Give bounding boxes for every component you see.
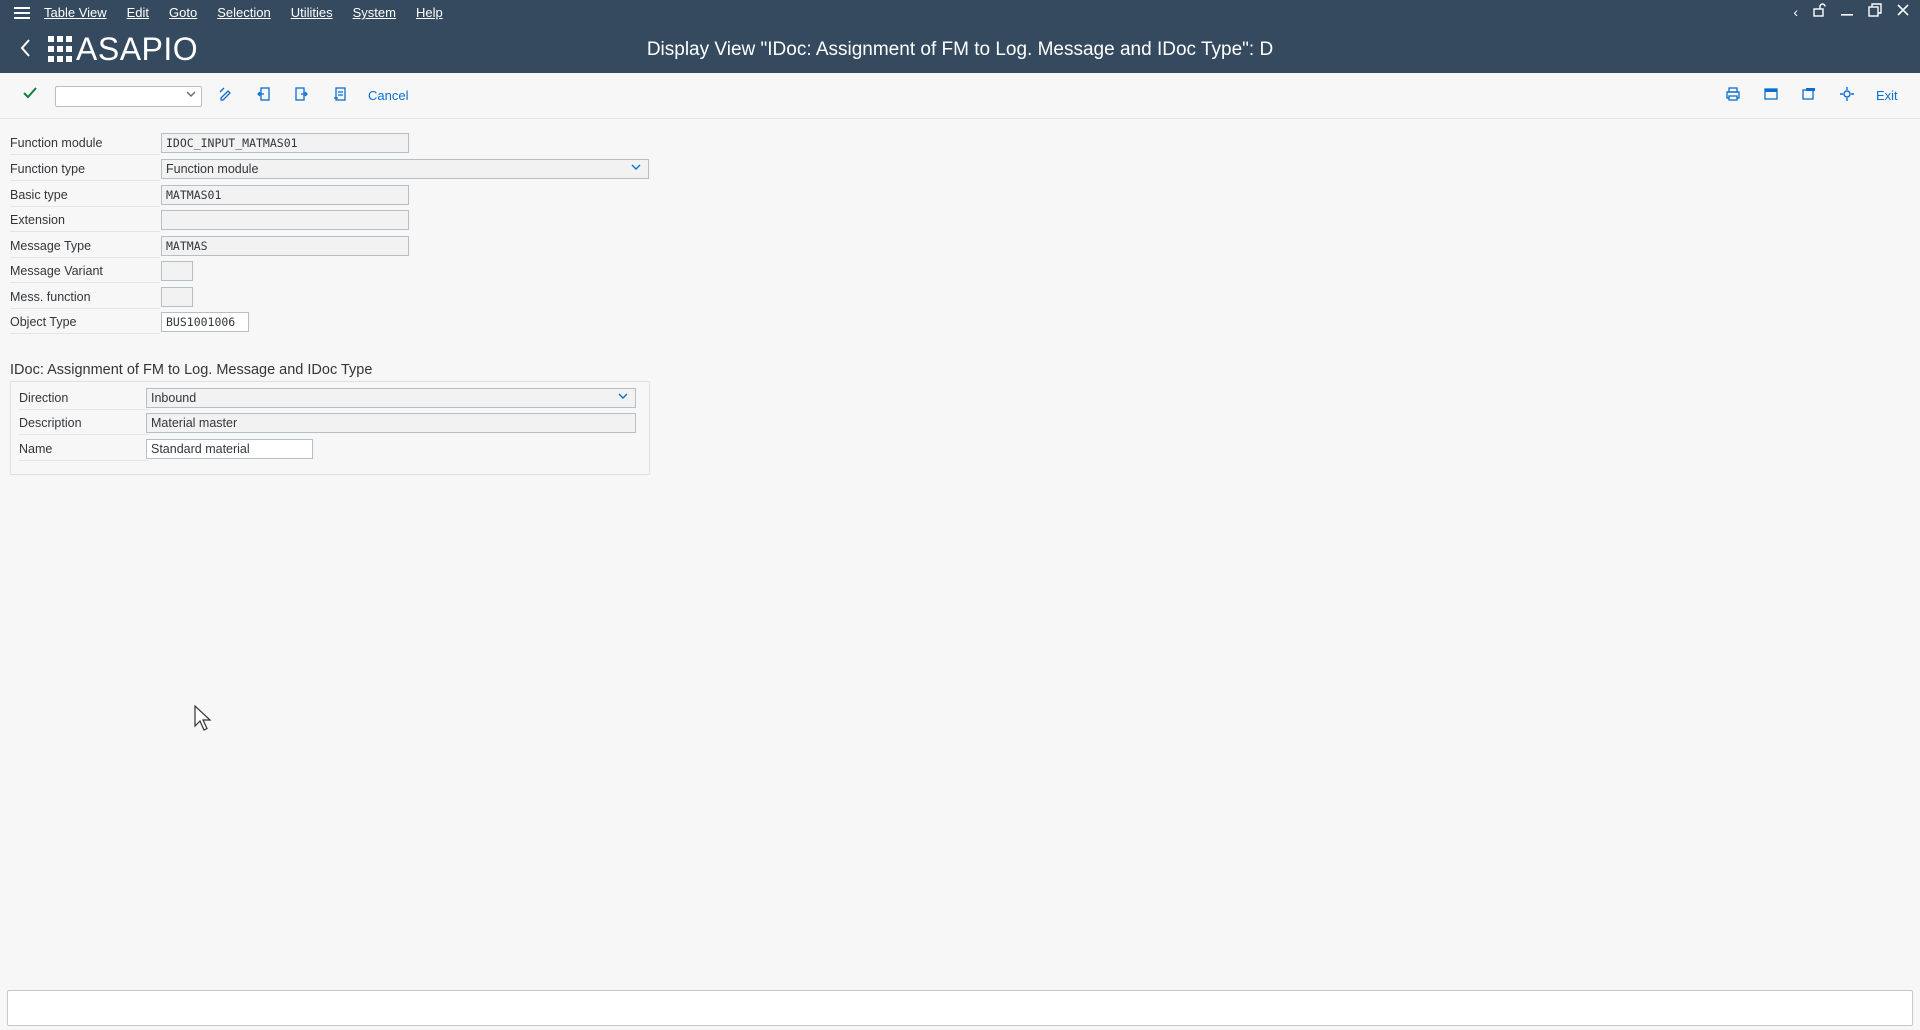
function-type-value: Function module (166, 162, 259, 176)
group-title: IDoc: Assignment of FM to Log. Message a… (10, 362, 373, 378)
menu-system[interactable]: System (353, 5, 396, 20)
name-label: Name (19, 442, 149, 461)
restore-icon[interactable] (1868, 0, 1882, 25)
window-controls: ‹ (1793, 0, 1910, 25)
command-field[interactable] (55, 86, 202, 107)
settings-icon[interactable] (1839, 86, 1855, 106)
direction-label: Direction (19, 391, 149, 410)
basic-type-label: Basic type (10, 188, 160, 207)
mess-function-label: Mess. function (10, 290, 160, 309)
message-variant-label: Message Variant (10, 264, 160, 283)
direction-dropdown[interactable]: Inbound (146, 388, 636, 408)
cancel-button[interactable]: Cancel (368, 88, 408, 103)
next-entry-icon[interactable] (293, 86, 309, 106)
minimize-icon[interactable] (1840, 0, 1854, 25)
direction-value: Inbound (151, 391, 197, 405)
menu-bar: Table View Edit Goto Selection Utilities… (0, 0, 1920, 25)
message-type-field[interactable]: MATMAS (161, 236, 409, 256)
menu-goto[interactable]: Goto (169, 5, 197, 20)
menu-table-view[interactable]: Table View (44, 5, 107, 20)
status-bar[interactable] (7, 990, 1913, 1026)
object-type-label: Object Type (10, 315, 160, 334)
mess-function-field[interactable] (161, 287, 193, 307)
new-window-icon[interactable] (1763, 86, 1779, 106)
description-label: Description (19, 416, 149, 435)
menu-utilities[interactable]: Utilities (291, 5, 333, 20)
function-type-label: Function type (10, 162, 160, 181)
message-type-label: Message Type (10, 239, 160, 258)
print-icon[interactable] (1725, 86, 1741, 106)
display-change-icon[interactable] (218, 86, 234, 106)
function-module-field[interactable]: IDOC_INPUT_MATMAS01 (161, 133, 409, 153)
menu-help[interactable]: Help (416, 5, 443, 20)
chevron-down-icon[interactable] (617, 390, 629, 405)
enter-check-icon[interactable] (22, 85, 38, 106)
extension-label: Extension (10, 213, 160, 232)
unlock-icon[interactable] (1812, 0, 1826, 25)
name-field[interactable]: Standard material (146, 439, 313, 459)
function-module-label: Function module (10, 136, 160, 155)
exit-button[interactable]: Exit (1876, 88, 1898, 103)
chevron-down-icon[interactable] (185, 88, 197, 103)
menu-selection[interactable]: Selection (217, 5, 270, 20)
description-field[interactable]: Material master (146, 413, 636, 433)
menu-edit[interactable]: Edit (127, 5, 149, 20)
hamburger-menu-icon[interactable] (0, 0, 44, 25)
application-toolbar: Cancel Exit (0, 73, 1920, 119)
message-variant-field[interactable] (161, 261, 193, 281)
function-type-dropdown[interactable]: Function module (161, 159, 649, 179)
close-icon[interactable] (1896, 0, 1910, 25)
page-title: Display View "IDoc: Assignment of FM to … (646, 39, 1274, 60)
previous-entry-icon[interactable] (256, 86, 272, 106)
chevron-left-icon[interactable]: ‹ (1793, 0, 1798, 25)
object-type-field[interactable]: BUS1001006 (161, 312, 249, 332)
basic-type-field[interactable]: MATMAS01 (161, 185, 409, 205)
chevron-down-icon[interactable] (630, 161, 642, 176)
mouse-pointer-icon (194, 704, 214, 736)
document-list-icon[interactable] (332, 86, 348, 106)
assignment-group-box: Direction Inbound Description Material m… (10, 381, 650, 475)
create-session-icon[interactable] (1801, 86, 1817, 106)
extension-field[interactable] (161, 210, 409, 230)
title-bar: ASAPIO Display View "IDoc: Assignment of… (0, 25, 1920, 73)
